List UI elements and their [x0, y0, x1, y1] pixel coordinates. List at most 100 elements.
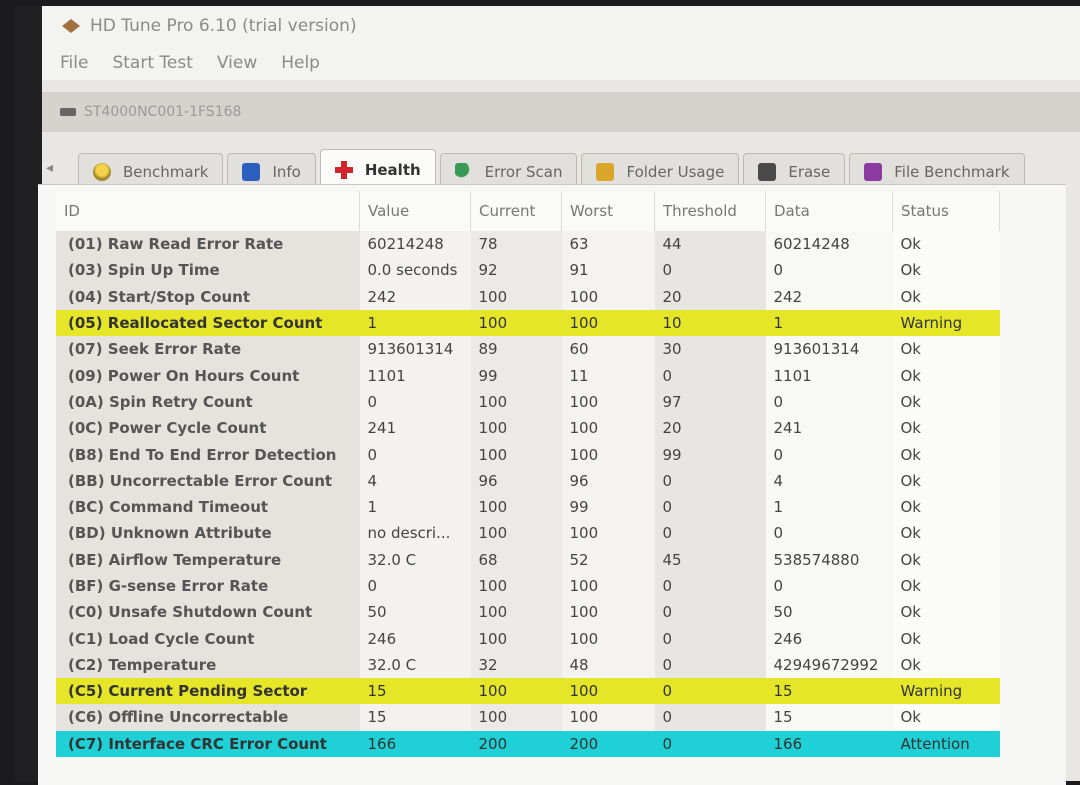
table-row[interactable]: (C6) Offline Uncorrectable 15 100 100 0 15 Ok — [56, 704, 1000, 731]
menu-file[interactable]: File — [60, 53, 88, 73]
table-row[interactable]: (C1) Load Cycle Count 246 100 100 0 246 Ok — [56, 625, 1000, 652]
cell-id: (C0) Unsafe Shutdown Count — [56, 599, 360, 626]
table-row[interactable]: (C7) Interface CRC Error Count 166 200 200 0… — [56, 730, 1000, 757]
cell-id: (01) Raw Read Error Rate — [56, 231, 360, 258]
hard-disk-icon — [60, 108, 76, 116]
cell-data: 246 — [765, 625, 893, 652]
cell-worst: 100 — [561, 388, 655, 416]
cell-worst: 100 — [561, 283, 655, 310]
cell-id: (BB) Uncorrectable Error Count — [56, 467, 360, 494]
cell-value: 15 — [359, 704, 471, 731]
column-header-threshold[interactable]: Threshold — [654, 191, 766, 231]
table-row[interactable]: (B8) End To End Error Detection 0 100 100 99… — [56, 441, 1000, 468]
table-row[interactable]: (04) Start/Stop Count 242 100 100 20 242 Ok — [56, 283, 1000, 310]
cell-status: Ok — [892, 572, 1000, 600]
cell-worst: 100 — [561, 520, 655, 547]
folder-icon — [596, 163, 615, 181]
tab-label: Erase — [788, 163, 831, 181]
cell-data: 1101 — [765, 362, 893, 389]
table-row[interactable]: (09) Power On Hours Count 1101 99 11 0 1101 Ok — [56, 362, 1000, 389]
cell-data: 1 — [765, 493, 893, 521]
cell-worst: 100 — [561, 625, 655, 652]
cell-value: 241 — [359, 415, 471, 442]
table-row[interactable]: (BF) G-sense Error Rate 0 100 100 0 0 Ok — [56, 572, 1000, 600]
table-row[interactable]: (C0) Unsafe Shutdown Count 50 100 100 0 50 Ok — [56, 599, 1000, 626]
cell-status: Ok — [892, 231, 1000, 258]
cell-id: (BD) Unknown Attribute — [56, 520, 360, 547]
cell-id: (09) Power On Hours Count — [56, 362, 360, 389]
cell-threshold: 45 — [654, 546, 766, 573]
drive-selector[interactable]: ST4000NC001-1FS168 — [42, 92, 1080, 132]
cell-value: 32.0 C — [359, 546, 471, 573]
window-title: HD Tune Pro 6.10 (trial version) — [90, 16, 357, 36]
table-row[interactable]: (BD) Unknown Attribute no descri... 100 100… — [56, 520, 1000, 547]
cell-data: 0 — [765, 520, 893, 547]
smart-attributes-table: ID Value Current Worst Threshold Data St… — [56, 191, 1000, 757]
cell-threshold: 10 — [654, 309, 766, 337]
cell-current: 100 — [470, 704, 562, 731]
cell-threshold: 20 — [654, 283, 766, 310]
cell-threshold: 20 — [654, 415, 766, 442]
cell-status: Warning — [892, 309, 1000, 337]
table-row[interactable]: (01) Raw Read Error Rate 60214248 78 63 44 60… — [56, 231, 1000, 258]
table-row[interactable]: (C5) Current Pending Sector 15 100 100 0 15 Wa… — [56, 678, 1000, 705]
column-header-current[interactable]: Current — [470, 191, 562, 231]
cell-data: 50 — [765, 599, 893, 626]
column-header-data[interactable]: Data — [765, 191, 893, 231]
cell-id: (C6) Offline Uncorrectable — [56, 704, 360, 731]
cell-data: 538574880 — [765, 546, 893, 573]
cell-value: 0 — [359, 572, 471, 600]
table-row[interactable]: (05) Reallocated Sector Count 1 100 100 10 1 W… — [56, 309, 1000, 337]
cell-data: 15 — [765, 678, 893, 705]
menu-view[interactable]: View — [217, 53, 257, 73]
cell-worst: 99 — [561, 493, 655, 521]
health-cross-icon — [334, 161, 353, 179]
cell-id: (B8) End To End Error Detection — [56, 441, 360, 468]
table-row[interactable]: (BE) Airflow Temperature 32.0 C 68 52 45 5385… — [56, 546, 1000, 573]
table-body: (01) Raw Read Error Rate 60214248 78 63 44 60… — [56, 231, 1000, 757]
table-row[interactable]: (0C) Power Cycle Count 241 100 100 20 241 Ok — [56, 415, 1000, 442]
cell-threshold: 0 — [654, 625, 766, 652]
cell-worst: 96 — [561, 467, 655, 494]
menu-start-test[interactable]: Start Test — [112, 53, 192, 73]
table-row[interactable]: (03) Spin Up Time 0.0 seconds 92 91 0 0 Ok — [56, 257, 1000, 284]
file-icon — [864, 163, 883, 181]
cell-current: 89 — [470, 336, 562, 363]
cell-value: 1 — [359, 309, 471, 337]
column-header-status[interactable]: Status — [892, 191, 1000, 231]
trash-icon — [758, 163, 777, 181]
cell-worst: 52 — [561, 546, 655, 573]
table-row[interactable]: (07) Seek Error Rate 913601314 89 60 30 91360… — [56, 336, 1000, 363]
cell-current: 100 — [470, 625, 562, 652]
table-row[interactable]: (BB) Uncorrectable Error Count 4 96 96 0 4 Ok — [56, 467, 1000, 494]
tab-scroll-left-icon[interactable]: ◂ — [46, 160, 78, 176]
cell-id: (07) Seek Error Rate — [56, 336, 360, 363]
cell-worst: 100 — [561, 309, 655, 337]
cell-worst: 48 — [561, 651, 655, 679]
cell-worst: 63 — [561, 231, 655, 258]
cell-data: 913601314 — [765, 336, 893, 363]
table-row[interactable]: (0A) Spin Retry Count 0 100 100 97 0 Ok — [56, 388, 1000, 416]
cell-threshold: 0 — [654, 651, 766, 679]
cell-threshold: 0 — [654, 257, 766, 284]
cell-status: Ok — [892, 546, 1000, 573]
column-header-value[interactable]: Value — [359, 191, 471, 231]
column-header-worst[interactable]: Worst — [561, 191, 655, 231]
cell-status: Ok — [892, 257, 1000, 284]
table-row[interactable]: (C2) Temperature 32.0 C 32 48 0 42949672992 Ok — [56, 651, 1000, 679]
cell-id: (C5) Current Pending Sector — [56, 678, 360, 705]
info-icon — [242, 163, 261, 181]
cell-value: 50 — [359, 599, 471, 626]
cell-status: Ok — [892, 625, 1000, 652]
cell-worst: 100 — [561, 599, 655, 626]
menu-bar: File Start Test View Help — [42, 46, 1080, 80]
menu-help[interactable]: Help — [281, 53, 320, 73]
cell-current: 68 — [470, 546, 562, 573]
cell-worst: 11 — [561, 362, 655, 389]
table-row[interactable]: (BC) Command Timeout 1 100 99 0 1 Ok — [56, 493, 1000, 521]
column-header-id[interactable]: ID — [56, 191, 360, 231]
cell-threshold: 0 — [654, 362, 766, 389]
cell-status: Ok — [892, 467, 1000, 494]
cell-worst: 100 — [561, 704, 655, 731]
cell-current: 92 — [470, 257, 562, 284]
